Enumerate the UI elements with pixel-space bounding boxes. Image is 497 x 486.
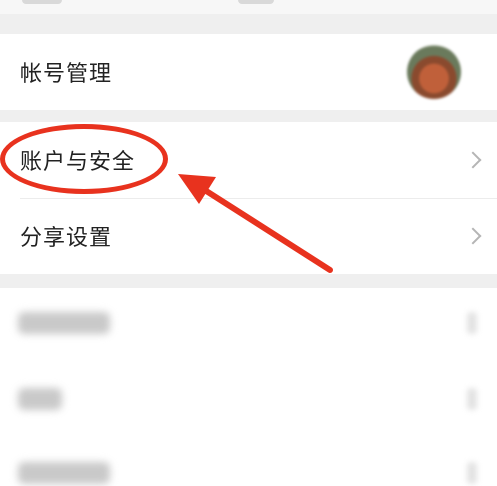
account-management-row[interactable]: 帐号管理 — [0, 34, 497, 110]
chevron-right-icon — [464, 151, 482, 169]
blurred-list-item[interactable] — [0, 364, 497, 434]
chevron-right-icon — [467, 312, 477, 334]
top-bar-remnant — [0, 0, 497, 14]
top-remnant-text — [22, 0, 62, 4]
chevron-right-icon — [464, 227, 482, 245]
share-settings-label: 分享设置 — [20, 226, 113, 251]
account-management-label: 帐号管理 — [20, 62, 113, 87]
blurred-settings-list — [0, 288, 497, 486]
settings-screen: 帐号管理 账户与安全 分享设置 — [0, 0, 497, 486]
blurred-list-item[interactable] — [0, 288, 497, 358]
blurred-label — [18, 462, 110, 484]
share-settings-row[interactable]: 分享设置 — [0, 198, 497, 274]
blurred-list-item[interactable] — [0, 438, 497, 486]
blurred-label — [18, 388, 62, 410]
account-card: 帐号管理 — [0, 34, 497, 110]
top-remnant-text — [238, 0, 274, 4]
highlight-ellipse — [0, 124, 168, 194]
avatar[interactable] — [407, 45, 461, 99]
chevron-right-icon — [467, 388, 477, 410]
blurred-label — [18, 312, 110, 334]
chevron-right-icon — [467, 462, 477, 484]
